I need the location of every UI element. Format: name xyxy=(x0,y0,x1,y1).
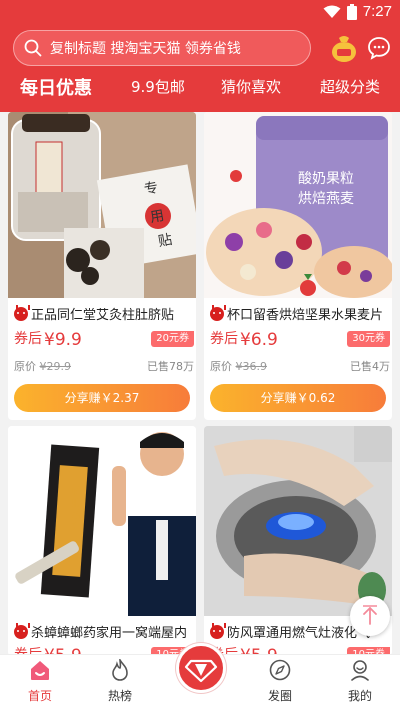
tmall-icon xyxy=(210,304,226,321)
image-text: 烘焙燕麦 xyxy=(298,191,354,207)
tab-categories[interactable]: 超级分类 xyxy=(320,76,380,97)
image-text: 酸奶果粒 xyxy=(298,171,354,187)
product-image: 酸奶果粒 烘焙燕麦 xyxy=(204,112,392,298)
compass-icon xyxy=(269,659,291,681)
app-header: 7:27 复制标题 搜淘宝天猫 领券省钱 每日优惠 9.9包邮 猜你喜欢 超级分… xyxy=(0,0,400,112)
original-price: 原价 ¥36.9 xyxy=(210,360,267,373)
coupon-badge: 30元券 xyxy=(347,331,390,347)
user-icon xyxy=(351,660,369,681)
back-to-top-button[interactable] xyxy=(350,596,390,636)
tab-daily-deals[interactable]: 每日优惠 xyxy=(20,74,92,100)
nav-label: 发圈 xyxy=(267,689,292,703)
product-image xyxy=(204,426,392,616)
product-title: 正品同仁堂艾灸柱肚脐贴 xyxy=(31,308,175,323)
product-image: 专 用 贴 xyxy=(8,112,196,298)
nav-label: 我的 xyxy=(347,689,372,703)
nav-center-button[interactable] xyxy=(176,643,226,693)
product-title: 杯口留香烘焙坚果水果麦片 xyxy=(227,308,384,323)
nav-profile[interactable]: 我的 xyxy=(330,659,390,704)
product-card[interactable]: 酸奶果粒 烘焙燕麦 杯口留香烘焙坚果水果麦片 券后 ¥6.9 30元券 原价 ¥… xyxy=(204,112,392,420)
search-placeholder: 复制标题 搜淘宝天猫 领券省钱 xyxy=(50,41,241,57)
product-title: 杀蟑蟑螂药家用一窝端屋内 xyxy=(31,626,188,641)
product-card[interactable]: 蟑螂胶饵 杀蟑蟑螂药家用一窝端屋内 券后 ¥5.9 10元券 xyxy=(8,426,196,656)
tab-guess-you-like[interactable]: 猜你喜欢 xyxy=(221,76,281,97)
price-value: ¥6.9 xyxy=(240,330,278,350)
message-icon[interactable] xyxy=(367,36,391,60)
tmall-icon xyxy=(14,304,30,321)
price-label: 券后 xyxy=(14,331,42,347)
nav-home[interactable]: 首页 xyxy=(10,659,70,704)
wifi-icon xyxy=(323,5,341,18)
price-label: 券后 xyxy=(210,331,238,347)
original-price: 原价 ¥29.9 xyxy=(14,360,71,373)
product-card[interactable]: 专 用 贴 正品同仁堂艾灸柱肚脐贴 券后 ¥9.9 20元券 原价 ¥29.9 … xyxy=(8,112,196,420)
sold-count: 已售4万 xyxy=(350,360,390,373)
coupon-badge: 20元券 xyxy=(151,331,194,347)
search-input[interactable]: 复制标题 搜淘宝天猫 领券省钱 xyxy=(13,30,311,66)
tmall-icon xyxy=(210,622,226,639)
nav-label: 热榜 xyxy=(107,689,132,703)
product-image: 蟑螂胶饵 xyxy=(8,426,196,616)
nav-label: 首页 xyxy=(27,689,52,703)
category-tabs: 每日优惠 9.9包邮 猜你喜欢 超级分类 xyxy=(0,76,400,108)
image-text: 蟑螂胶饵 xyxy=(70,486,83,530)
status-time: 7:27 xyxy=(362,3,392,20)
price-value: ¥9.9 xyxy=(44,330,82,350)
flame-icon xyxy=(112,657,128,681)
tmall-icon xyxy=(14,622,30,639)
home-icon xyxy=(31,661,49,680)
arrow-up-icon xyxy=(363,605,377,625)
search-icon xyxy=(24,39,42,57)
share-earn-button[interactable]: 分享赚￥0.62 xyxy=(210,384,386,412)
tab-free-shipping[interactable]: 9.9包邮 xyxy=(131,76,185,97)
bottom-navigation: 首页 热榜 发圈 我的 xyxy=(0,643,400,710)
battery-icon xyxy=(346,3,357,20)
status-bar: 7:27 xyxy=(0,0,400,26)
share-earn-button[interactable]: 分享赚￥2.37 xyxy=(14,384,190,412)
sold-count: 已售78万 xyxy=(147,360,194,373)
money-bag-icon[interactable] xyxy=(331,34,357,62)
nav-hot-list[interactable]: 热榜 xyxy=(90,657,150,704)
diamond-icon xyxy=(184,659,218,683)
nav-moments[interactable]: 发圈 xyxy=(250,659,310,704)
